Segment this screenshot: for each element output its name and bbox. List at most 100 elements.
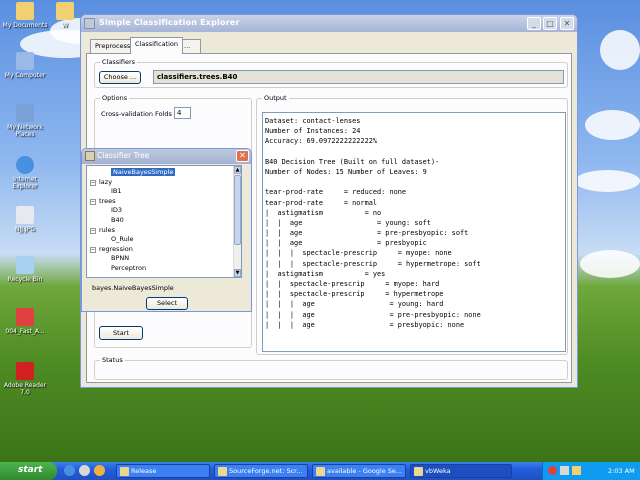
dialog-icon bbox=[85, 151, 95, 161]
tree-node[interactable]: B40 bbox=[111, 216, 124, 224]
classifier-tree-view[interactable]: NaiveBayesSimple − lazy IB1− trees ID3 B40− rul… bbox=[86, 165, 242, 278]
tree-scrollbar[interactable]: ▲ ▼ bbox=[233, 166, 241, 277]
scroll-down-icon[interactable]: ▼ bbox=[234, 269, 241, 277]
output-line: Accuracy: 69.0972222222222% bbox=[265, 137, 378, 146]
tree-node[interactable]: NaiveBayesSimple bbox=[111, 168, 176, 176]
output-line: | | age = pre-presbyopic: soft bbox=[265, 229, 469, 238]
cloud bbox=[580, 250, 640, 278]
output-line: | astigmatism = yes bbox=[265, 269, 386, 278]
classifier-name-field: classifiers.trees.B40 bbox=[153, 70, 564, 84]
choose-button[interactable]: Choose ... bbox=[99, 71, 141, 84]
output-line: | | age = young: soft bbox=[265, 218, 431, 227]
desktop-icon-label: My Network Places bbox=[7, 124, 43, 138]
output-legend: Output bbox=[262, 94, 289, 102]
minimize-button[interactable]: _ bbox=[527, 17, 541, 30]
task-label: Release bbox=[131, 467, 157, 475]
window-titlebar[interactable]: Simple Classification Explorer _ □ ✕ bbox=[81, 15, 577, 32]
browser-icon bbox=[218, 467, 227, 476]
tree-node[interactable]: ID3 bbox=[111, 206, 122, 214]
desktop-icon-label: Internet Explorer bbox=[12, 176, 38, 190]
desktop-icon-recycle-bin[interactable]: Recycle Bin bbox=[2, 256, 48, 283]
quicklaunch-icon[interactable] bbox=[94, 465, 105, 476]
cloud bbox=[585, 110, 640, 140]
desktop-icon-image[interactable]: NJJ.JPG bbox=[2, 206, 48, 233]
volume-icon[interactable] bbox=[560, 466, 569, 475]
task-label: vbWeka bbox=[425, 467, 451, 475]
close-button[interactable]: ✕ bbox=[560, 17, 574, 30]
scroll-thumb[interactable] bbox=[234, 175, 241, 245]
classifier-tree-title: Classifier Tree bbox=[97, 151, 150, 160]
classifier-tree-close-button[interactable]: ✕ bbox=[236, 150, 249, 162]
desktop-icon-my-computer[interactable]: My Computer bbox=[2, 52, 48, 79]
classifier-tree-dialog: Classifier Tree ✕ NaiveBayesSimple − lazy I… bbox=[81, 148, 252, 312]
classifiers-legend: Classifiers bbox=[100, 58, 138, 66]
output-line: | | | age = presbyopic: none bbox=[265, 320, 465, 329]
desktop-icon-label: 004_Fast_A... bbox=[5, 328, 45, 335]
output-line: | | spectacle-prescrip = myope: hard bbox=[265, 280, 440, 288]
folder-icon bbox=[56, 2, 74, 20]
output-line: | | | age = young: hard bbox=[265, 300, 444, 309]
tree-node[interactable]: BPNN bbox=[111, 254, 129, 262]
start-button[interactable]: start bbox=[0, 462, 57, 480]
desktop-icon-label: My Documents bbox=[2, 22, 48, 29]
select-button[interactable]: Select bbox=[146, 297, 188, 310]
output-line: B40 Decision Tree (Built on full dataset… bbox=[265, 157, 440, 166]
desktop-icon-label: NJJ.JPG bbox=[15, 226, 35, 233]
tree-node[interactable]: lazy bbox=[99, 178, 112, 186]
tree-expander-icon[interactable]: − bbox=[90, 198, 96, 205]
task-vbweka[interactable]: vbWeka bbox=[410, 464, 512, 478]
task-sourceforge[interactable]: SourceForge.net: Scr... bbox=[214, 464, 308, 478]
network-icon bbox=[16, 104, 34, 122]
output-line: | | spectacle-prescrip = hypermetrope bbox=[265, 290, 444, 299]
output-line: | | age = presbyopic bbox=[265, 239, 427, 248]
tree-node[interactable]: IB1 bbox=[111, 187, 122, 195]
cv-folds-input[interactable]: 4 bbox=[174, 107, 191, 119]
tab-classification[interactable]: Classification bbox=[130, 37, 184, 54]
output-line: | | | spectacle-prescrip = myope: none bbox=[265, 249, 452, 258]
tab-preprocess[interactable]: Preprocess bbox=[90, 39, 136, 53]
output-line: Dataset: contact-lenses bbox=[265, 117, 361, 125]
tree-node[interactable]: rules bbox=[99, 226, 115, 234]
quicklaunch-ie-icon[interactable] bbox=[64, 465, 75, 476]
output-line: | | | age = pre-presbyopic: none bbox=[265, 310, 481, 319]
desktop-icon-my-documents[interactable]: My Documents bbox=[2, 2, 48, 29]
options-legend: Options bbox=[100, 94, 130, 102]
output-line: Number of Instances: 24 bbox=[265, 127, 361, 136]
task-label: available - Google Se... bbox=[327, 467, 403, 475]
task-google[interactable]: available - Google Se... bbox=[312, 464, 406, 478]
desktop-icon-adobe-reader[interactable]: Adobe Reader 7.0 bbox=[2, 362, 48, 396]
task-release[interactable]: Release bbox=[116, 464, 210, 478]
adobe-reader-icon bbox=[16, 362, 34, 380]
output-line: Number of Nodes: 15 Number of Leaves: 9 bbox=[265, 167, 427, 176]
tree-node[interactable]: Perceptron bbox=[111, 264, 146, 272]
classifier-tree-titlebar[interactable]: Classifier Tree ✕ bbox=[82, 149, 251, 164]
quicklaunch-icon[interactable] bbox=[79, 465, 90, 476]
desktop-icon-network[interactable]: My Network Places bbox=[2, 104, 48, 138]
start-label: start bbox=[18, 465, 43, 475]
desktop-icon-folder[interactable]: W bbox=[50, 2, 80, 29]
folder-icon bbox=[120, 467, 129, 476]
tree-expander-icon[interactable]: − bbox=[90, 179, 96, 186]
tree-node[interactable]: O_Rule bbox=[111, 235, 134, 243]
desktop-icon-pdf[interactable]: 004_Fast_A... bbox=[2, 308, 48, 335]
status-legend: Status bbox=[100, 356, 125, 364]
computer-icon bbox=[16, 52, 34, 70]
desktop-icon-ie[interactable]: Internet Explorer bbox=[2, 156, 48, 190]
tray-icon[interactable] bbox=[572, 466, 581, 475]
security-icon[interactable] bbox=[548, 466, 557, 475]
selected-classifier-label: bayes.NaiveBayesSimple bbox=[92, 284, 174, 292]
tree-expander-icon[interactable]: − bbox=[90, 227, 96, 234]
output-textarea[interactable]: Dataset: contact-lenses Number of Instanc… bbox=[262, 112, 566, 352]
tree-expander-icon[interactable]: − bbox=[90, 246, 96, 253]
desktop-icon-label: Adobe Reader 7.0 bbox=[3, 382, 47, 396]
maximize-button[interactable]: □ bbox=[543, 17, 557, 30]
folder-documents-icon bbox=[16, 2, 34, 20]
tree-node[interactable]: regression bbox=[99, 245, 133, 253]
tree-node[interactable]: trees bbox=[99, 197, 115, 205]
output-line: tear-prod-rate = reduced: none bbox=[265, 188, 407, 197]
scroll-up-icon[interactable]: ▲ bbox=[234, 166, 241, 174]
status-group: Status bbox=[94, 356, 568, 380]
start-button[interactable]: Start bbox=[99, 326, 143, 340]
desktop-icon-label: W bbox=[62, 22, 68, 29]
